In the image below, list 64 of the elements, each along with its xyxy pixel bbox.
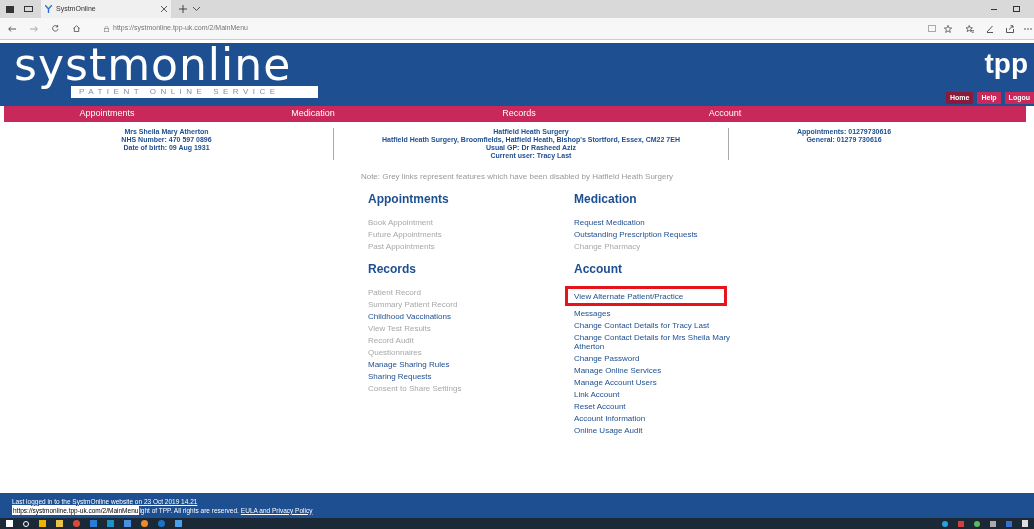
tab-aside-icon[interactable] <box>24 6 33 12</box>
menu-link: Future Appointments <box>368 228 442 240</box>
menu-link[interactable]: Outstanding Prescription Requests <box>574 228 698 240</box>
nav-link[interactable]: Appointments <box>79 107 135 121</box>
menu-link[interactable]: Change Contact Details for Mrs Sheila Mary Atherton <box>574 331 750 352</box>
tray-icon[interactable] <box>974 520 980 527</box>
menu-link[interactable]: Online Usage Audit <box>574 424 643 436</box>
favorites-list-icon[interactable] <box>966 24 974 33</box>
menu-link[interactable]: Manage Online Services <box>574 364 662 376</box>
menu-link[interactable]: Reset Account <box>574 400 626 412</box>
menu-link[interactable]: Change Password <box>574 352 640 364</box>
tagline: PATIENT ONLINE SERVICE <box>71 86 318 98</box>
section-heading: Appointments <box>368 191 450 208</box>
menu-link[interactable]: Link Account <box>574 388 620 400</box>
menu-link[interactable]: Manage Sharing Rules <box>368 358 450 370</box>
more-icon[interactable] <box>1024 27 1032 30</box>
refresh-icon[interactable] <box>52 25 59 32</box>
tray-icon[interactable] <box>990 520 996 527</box>
menu-link: Book Appointment <box>368 216 433 228</box>
close-icon[interactable] <box>161 6 167 12</box>
menu-link: Questionnaires <box>368 346 422 358</box>
start-icon[interactable] <box>6 520 13 527</box>
section-heading: Records <box>368 261 418 278</box>
back-icon[interactable] <box>8 25 16 32</box>
brand-logo-text: tpp <box>984 47 1028 81</box>
section-heading: Medication <box>574 191 638 208</box>
reading-view-icon[interactable] <box>928 25 936 32</box>
tray-icon[interactable] <box>942 520 948 527</box>
new-tab-icon[interactable] <box>179 5 187 13</box>
menu-link: Record Audit <box>368 334 414 346</box>
taskbar-app-icon[interactable] <box>141 520 148 527</box>
chevron-icon[interactable] <box>193 7 200 11</box>
menu-link: Past Appointments <box>368 240 435 252</box>
menu-link: Change Pharmacy <box>574 240 641 252</box>
share-icon[interactable] <box>1006 24 1014 33</box>
tab-actions-icon[interactable] <box>6 5 14 13</box>
tray-icon[interactable] <box>958 520 964 527</box>
menu-link: Summary Patient Record <box>368 298 458 310</box>
menu-link: View Test Results <box>368 322 431 334</box>
home-icon[interactable] <box>73 25 80 32</box>
nav-link[interactable]: Medication <box>291 107 335 121</box>
note-text: Note: Grey links represent features which have been disabled by Hatfield Heath Surgery <box>359 171 675 183</box>
section-heading: Account <box>574 261 623 278</box>
tray-icon[interactable] <box>1006 520 1012 527</box>
menu-link: Patient Record <box>368 286 421 298</box>
lock-icon <box>104 25 109 32</box>
menu-link[interactable]: View Alternate Patient/Practice <box>574 290 684 302</box>
taskbar-app-icon[interactable] <box>73 520 80 527</box>
menu-link: Consent to Share Settings <box>368 382 462 394</box>
menu-link[interactable]: Request Medication <box>574 216 645 228</box>
maximize-icon[interactable] <box>1013 6 1020 12</box>
taskbar-app-icon[interactable] <box>158 520 165 527</box>
menu-link[interactable]: Change Contact Details for Tracy Last <box>574 319 710 331</box>
minimize-icon[interactable] <box>991 8 997 10</box>
star-icon[interactable] <box>944 24 952 33</box>
menu-link[interactable]: Manage Account Users <box>574 376 657 388</box>
nav-link[interactable]: Account <box>708 107 742 121</box>
menu-link[interactable]: Childhood Vaccinations <box>368 310 451 322</box>
favicon-icon <box>45 5 52 13</box>
menu-link[interactable]: Sharing Requests <box>368 370 432 382</box>
menu-link[interactable]: Account Information <box>574 412 646 424</box>
pen-icon[interactable] <box>986 24 994 33</box>
menu-link[interactable]: Messages <box>574 307 611 319</box>
nav-link[interactable]: Records <box>502 107 536 121</box>
